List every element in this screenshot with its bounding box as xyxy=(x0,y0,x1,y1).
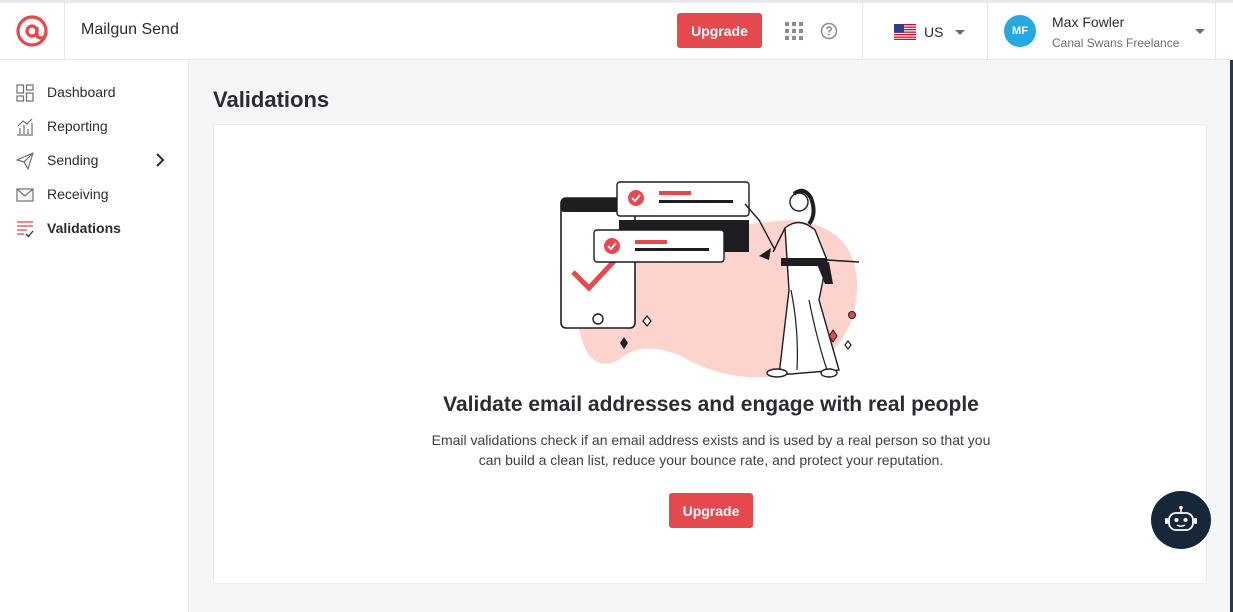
user-name: Max Fowler xyxy=(1052,14,1125,30)
mailgun-logo[interactable] xyxy=(0,3,65,59)
receiving-icon xyxy=(16,188,34,202)
user-company: Canal Swans Freelance xyxy=(1052,36,1180,50)
sending-icon xyxy=(16,152,34,170)
sidebar-item-label: Reporting xyxy=(47,118,108,134)
top-header: Mailgun Send Upgrade US MF Max Fowler Ca xyxy=(0,3,1233,60)
sidebar: Dashboard Reporting Sending Receiving Va… xyxy=(0,60,189,612)
chevron-down-icon xyxy=(1195,29,1205,34)
empty-state-description: Email validations check if an email addr… xyxy=(431,432,991,468)
sidebar-item-receiving[interactable]: Receiving xyxy=(0,179,189,209)
robot-icon xyxy=(1165,505,1197,531)
apps-grid-icon[interactable] xyxy=(785,22,803,40)
user-menu[interactable]: MF Max Fowler Canal Swans Freelance xyxy=(1003,12,1205,52)
sidebar-item-label: Sending xyxy=(47,152,99,168)
help-icon[interactable] xyxy=(820,22,838,40)
app-name: Mailgun Send xyxy=(81,21,179,38)
sidebar-item-dashboard[interactable]: Dashboard xyxy=(0,77,189,107)
chatbot-launcher[interactable] xyxy=(1151,491,1211,549)
us-flag-icon xyxy=(894,24,916,40)
chevron-right-icon xyxy=(156,153,165,167)
dashboard-icon xyxy=(16,84,34,102)
chevron-down-icon xyxy=(955,29,966,35)
validation-illustration xyxy=(560,181,860,378)
page-title: Validations xyxy=(213,87,330,112)
sidebar-item-label: Receiving xyxy=(47,186,109,202)
upgrade-button[interactable]: Upgrade xyxy=(669,493,753,528)
mailgun-logo-icon xyxy=(16,15,48,47)
upgrade-header-button[interactable]: Upgrade xyxy=(677,13,762,48)
sidebar-item-validations[interactable]: Validations xyxy=(0,213,189,243)
region-selector[interactable]: US xyxy=(894,22,966,42)
sidebar-item-label: Dashboard xyxy=(47,84,116,100)
sidebar-item-label: Validations xyxy=(47,220,121,236)
header-divider xyxy=(862,3,863,59)
region-label: US xyxy=(924,24,944,40)
validations-icon xyxy=(17,221,34,238)
sidebar-item-sending[interactable]: Sending xyxy=(0,145,189,175)
avatar: MF xyxy=(1004,15,1036,47)
sidebar-item-reporting[interactable]: Reporting xyxy=(0,111,189,141)
reporting-icon xyxy=(17,118,33,136)
header-divider xyxy=(1215,3,1216,59)
empty-state-headline: Validate email addresses and engage with… xyxy=(443,393,979,416)
validations-empty-state: Validate email addresses and engage with… xyxy=(213,124,1207,584)
header-divider xyxy=(987,3,988,59)
